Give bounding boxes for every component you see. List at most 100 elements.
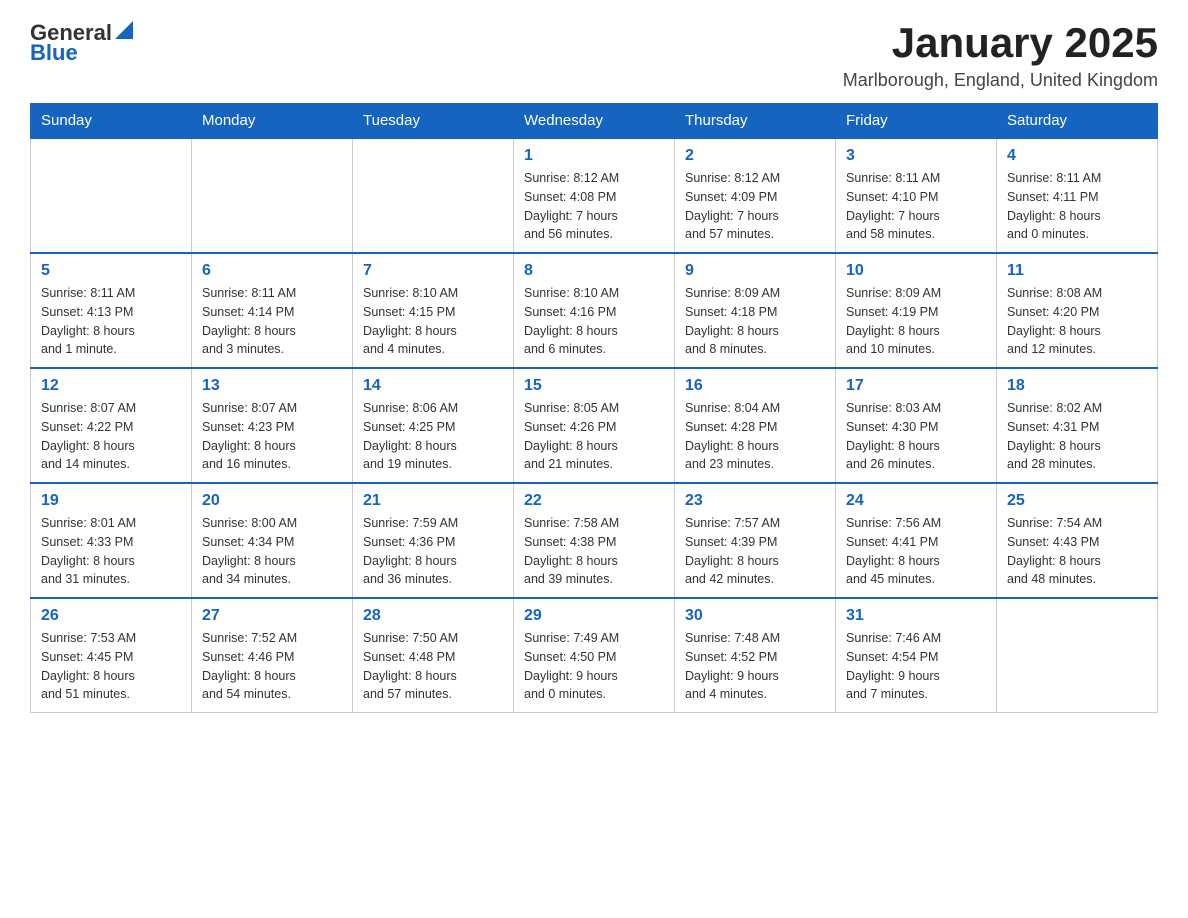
- logo-blue: Blue: [30, 40, 78, 66]
- day-info: Sunrise: 7:59 AMSunset: 4:36 PMDaylight:…: [363, 514, 503, 589]
- calendar-cell: 8 Sunrise: 8:10 AMSunset: 4:16 PMDaylight…: [514, 253, 675, 368]
- day-info: Sunrise: 8:11 AMSunset: 4:14 PMDaylight:…: [202, 284, 342, 359]
- logo-triangle-icon: [115, 21, 133, 39]
- calendar-cell: 17 Sunrise: 8:03 AMSunset: 4:30 PMDayligh…: [836, 368, 997, 483]
- calendar-cell: 12Sunrise: 8:07 AMSunset: 4:22 PMDayligh…: [31, 368, 192, 483]
- calendar-week-row: 5 Sunrise: 8:11 AMSunset: 4:13 PMDaylight…: [31, 253, 1158, 368]
- day-number: 5: [41, 262, 181, 280]
- day-info: Sunrise: 7:53 AMSunset: 4:45 PMDaylight:…: [41, 629, 181, 704]
- day-number: 29: [524, 607, 664, 625]
- calendar-table: SundayMondayTuesdayWednesdayThursdayFrid…: [30, 103, 1158, 713]
- day-info: Sunrise: 7:49 AMSunset: 4:50 PMDaylight:…: [524, 629, 664, 704]
- day-info: Sunrise: 8:12 AMSunset: 4:09 PMDaylight:…: [685, 169, 825, 244]
- day-number: 1: [524, 147, 664, 165]
- calendar-cell: 2 Sunrise: 8:12 AMSunset: 4:09 PMDaylight…: [675, 138, 836, 253]
- day-info: Sunrise: 8:11 AMSunset: 4:10 PMDaylight:…: [846, 169, 986, 244]
- calendar-cell: 14 Sunrise: 8:06 AMSunset: 4:25 PMDayligh…: [353, 368, 514, 483]
- day-info: Sunrise: 7:50 AMSunset: 4:48 PMDaylight:…: [363, 629, 503, 704]
- col-header-tuesday: Tuesday: [353, 104, 514, 139]
- day-number: 11: [1007, 262, 1147, 280]
- day-number: 26: [41, 607, 181, 625]
- day-info: Sunrise: 8:07 AMSunset: 4:22 PMDaylight:…: [41, 399, 181, 474]
- col-header-sunday: Sunday: [31, 104, 192, 139]
- day-info: Sunrise: 7:48 AMSunset: 4:52 PMDaylight:…: [685, 629, 825, 704]
- calendar-cell: 31Sunrise: 7:46 AMSunset: 4:54 PMDayligh…: [836, 598, 997, 713]
- day-number: 10: [846, 262, 986, 280]
- day-info: Sunrise: 8:09 AMSunset: 4:19 PMDaylight:…: [846, 284, 986, 359]
- calendar-cell: 29 Sunrise: 7:49 AMSunset: 4:50 PMDayligh…: [514, 598, 675, 713]
- day-number: 7: [363, 262, 503, 280]
- day-number: 15: [524, 377, 664, 395]
- calendar-cell: 21 Sunrise: 7:59 AMSunset: 4:36 PMDayligh…: [353, 483, 514, 598]
- day-info: Sunrise: 8:07 AMSunset: 4:23 PMDaylight:…: [202, 399, 342, 474]
- day-number: 2: [685, 147, 825, 165]
- title-block: January 2025 Marlborough, England, Unite…: [843, 20, 1158, 91]
- col-header-friday: Friday: [836, 104, 997, 139]
- day-info: Sunrise: 7:52 AMSunset: 4:46 PMDaylight:…: [202, 629, 342, 704]
- calendar-cell: 18Sunrise: 8:02 AMSunset: 4:31 PMDayligh…: [997, 368, 1158, 483]
- day-number: 4: [1007, 147, 1147, 165]
- day-number: 20: [202, 492, 342, 510]
- day-number: 23: [685, 492, 825, 510]
- day-info: Sunrise: 8:06 AMSunset: 4:25 PMDaylight:…: [363, 399, 503, 474]
- day-info: Sunrise: 8:05 AMSunset: 4:26 PMDaylight:…: [524, 399, 664, 474]
- day-number: 21: [363, 492, 503, 510]
- day-info: Sunrise: 8:04 AMSunset: 4:28 PMDaylight:…: [685, 399, 825, 474]
- calendar-cell: 27 Sunrise: 7:52 AMSunset: 4:46 PMDayligh…: [192, 598, 353, 713]
- day-number: 19: [41, 492, 181, 510]
- calendar-cell: 11 Sunrise: 8:08 AMSunset: 4:20 PMDayligh…: [997, 253, 1158, 368]
- day-number: 27: [202, 607, 342, 625]
- col-header-saturday: Saturday: [997, 104, 1158, 139]
- calendar-week-row: 19 Sunrise: 8:01 AMSunset: 4:33 PMDayligh…: [31, 483, 1158, 598]
- calendar-cell: 19 Sunrise: 8:01 AMSunset: 4:33 PMDayligh…: [31, 483, 192, 598]
- calendar-header-row: SundayMondayTuesdayWednesdayThursdayFrid…: [31, 104, 1158, 139]
- calendar-week-row: 12Sunrise: 8:07 AMSunset: 4:22 PMDayligh…: [31, 368, 1158, 483]
- calendar-cell: [192, 138, 353, 253]
- calendar-cell: 9 Sunrise: 8:09 AMSunset: 4:18 PMDaylight…: [675, 253, 836, 368]
- day-number: 13: [202, 377, 342, 395]
- calendar-cell: 13 Sunrise: 8:07 AMSunset: 4:23 PMDayligh…: [192, 368, 353, 483]
- day-info: Sunrise: 8:08 AMSunset: 4:20 PMDaylight:…: [1007, 284, 1147, 359]
- day-number: 17: [846, 377, 986, 395]
- day-info: Sunrise: 8:11 AMSunset: 4:11 PMDaylight:…: [1007, 169, 1147, 244]
- calendar-cell: 10 Sunrise: 8:09 AMSunset: 4:19 PMDayligh…: [836, 253, 997, 368]
- calendar-cell: 30Sunrise: 7:48 AMSunset: 4:52 PMDayligh…: [675, 598, 836, 713]
- day-info: Sunrise: 8:10 AMSunset: 4:16 PMDaylight:…: [524, 284, 664, 359]
- page-header: General Blue January 2025 Marlborough, E…: [30, 20, 1158, 91]
- day-info: Sunrise: 8:01 AMSunset: 4:33 PMDaylight:…: [41, 514, 181, 589]
- day-info: Sunrise: 7:54 AMSunset: 4:43 PMDaylight:…: [1007, 514, 1147, 589]
- calendar-cell: 26 Sunrise: 7:53 AMSunset: 4:45 PMDayligh…: [31, 598, 192, 713]
- day-info: Sunrise: 8:09 AMSunset: 4:18 PMDaylight:…: [685, 284, 825, 359]
- day-number: 24: [846, 492, 986, 510]
- day-number: 6: [202, 262, 342, 280]
- calendar-cell: 1 Sunrise: 8:12 AMSunset: 4:08 PMDaylight…: [514, 138, 675, 253]
- calendar-cell: 3 Sunrise: 8:11 AMSunset: 4:10 PMDaylight…: [836, 138, 997, 253]
- col-header-thursday: Thursday: [675, 104, 836, 139]
- day-info: Sunrise: 8:00 AMSunset: 4:34 PMDaylight:…: [202, 514, 342, 589]
- calendar-cell: 6 Sunrise: 8:11 AMSunset: 4:14 PMDaylight…: [192, 253, 353, 368]
- day-number: 3: [846, 147, 986, 165]
- calendar-cell: [31, 138, 192, 253]
- day-info: Sunrise: 8:11 AMSunset: 4:13 PMDaylight:…: [41, 284, 181, 359]
- day-info: Sunrise: 7:46 AMSunset: 4:54 PMDaylight:…: [846, 629, 986, 704]
- day-info: Sunrise: 8:03 AMSunset: 4:30 PMDaylight:…: [846, 399, 986, 474]
- calendar-cell: 7Sunrise: 8:10 AMSunset: 4:15 PMDaylight…: [353, 253, 514, 368]
- day-number: 14: [363, 377, 503, 395]
- calendar-cell: 22 Sunrise: 7:58 AMSunset: 4:38 PMDayligh…: [514, 483, 675, 598]
- calendar-cell: 16 Sunrise: 8:04 AMSunset: 4:28 PMDayligh…: [675, 368, 836, 483]
- day-info: Sunrise: 7:56 AMSunset: 4:41 PMDaylight:…: [846, 514, 986, 589]
- day-number: 16: [685, 377, 825, 395]
- calendar-cell: 25 Sunrise: 7:54 AMSunset: 4:43 PMDayligh…: [997, 483, 1158, 598]
- calendar-cell: 20 Sunrise: 8:00 AMSunset: 4:34 PMDayligh…: [192, 483, 353, 598]
- col-header-wednesday: Wednesday: [514, 104, 675, 139]
- day-number: 22: [524, 492, 664, 510]
- day-number: 25: [1007, 492, 1147, 510]
- location-subtitle: Marlborough, England, United Kingdom: [843, 70, 1158, 91]
- calendar-cell: 28Sunrise: 7:50 AMSunset: 4:48 PMDayligh…: [353, 598, 514, 713]
- day-number: 8: [524, 262, 664, 280]
- day-info: Sunrise: 7:58 AMSunset: 4:38 PMDaylight:…: [524, 514, 664, 589]
- day-info: Sunrise: 8:12 AMSunset: 4:08 PMDaylight:…: [524, 169, 664, 244]
- calendar-cell: 24 Sunrise: 7:56 AMSunset: 4:41 PMDayligh…: [836, 483, 997, 598]
- day-number: 9: [685, 262, 825, 280]
- logo: General Blue: [30, 20, 133, 66]
